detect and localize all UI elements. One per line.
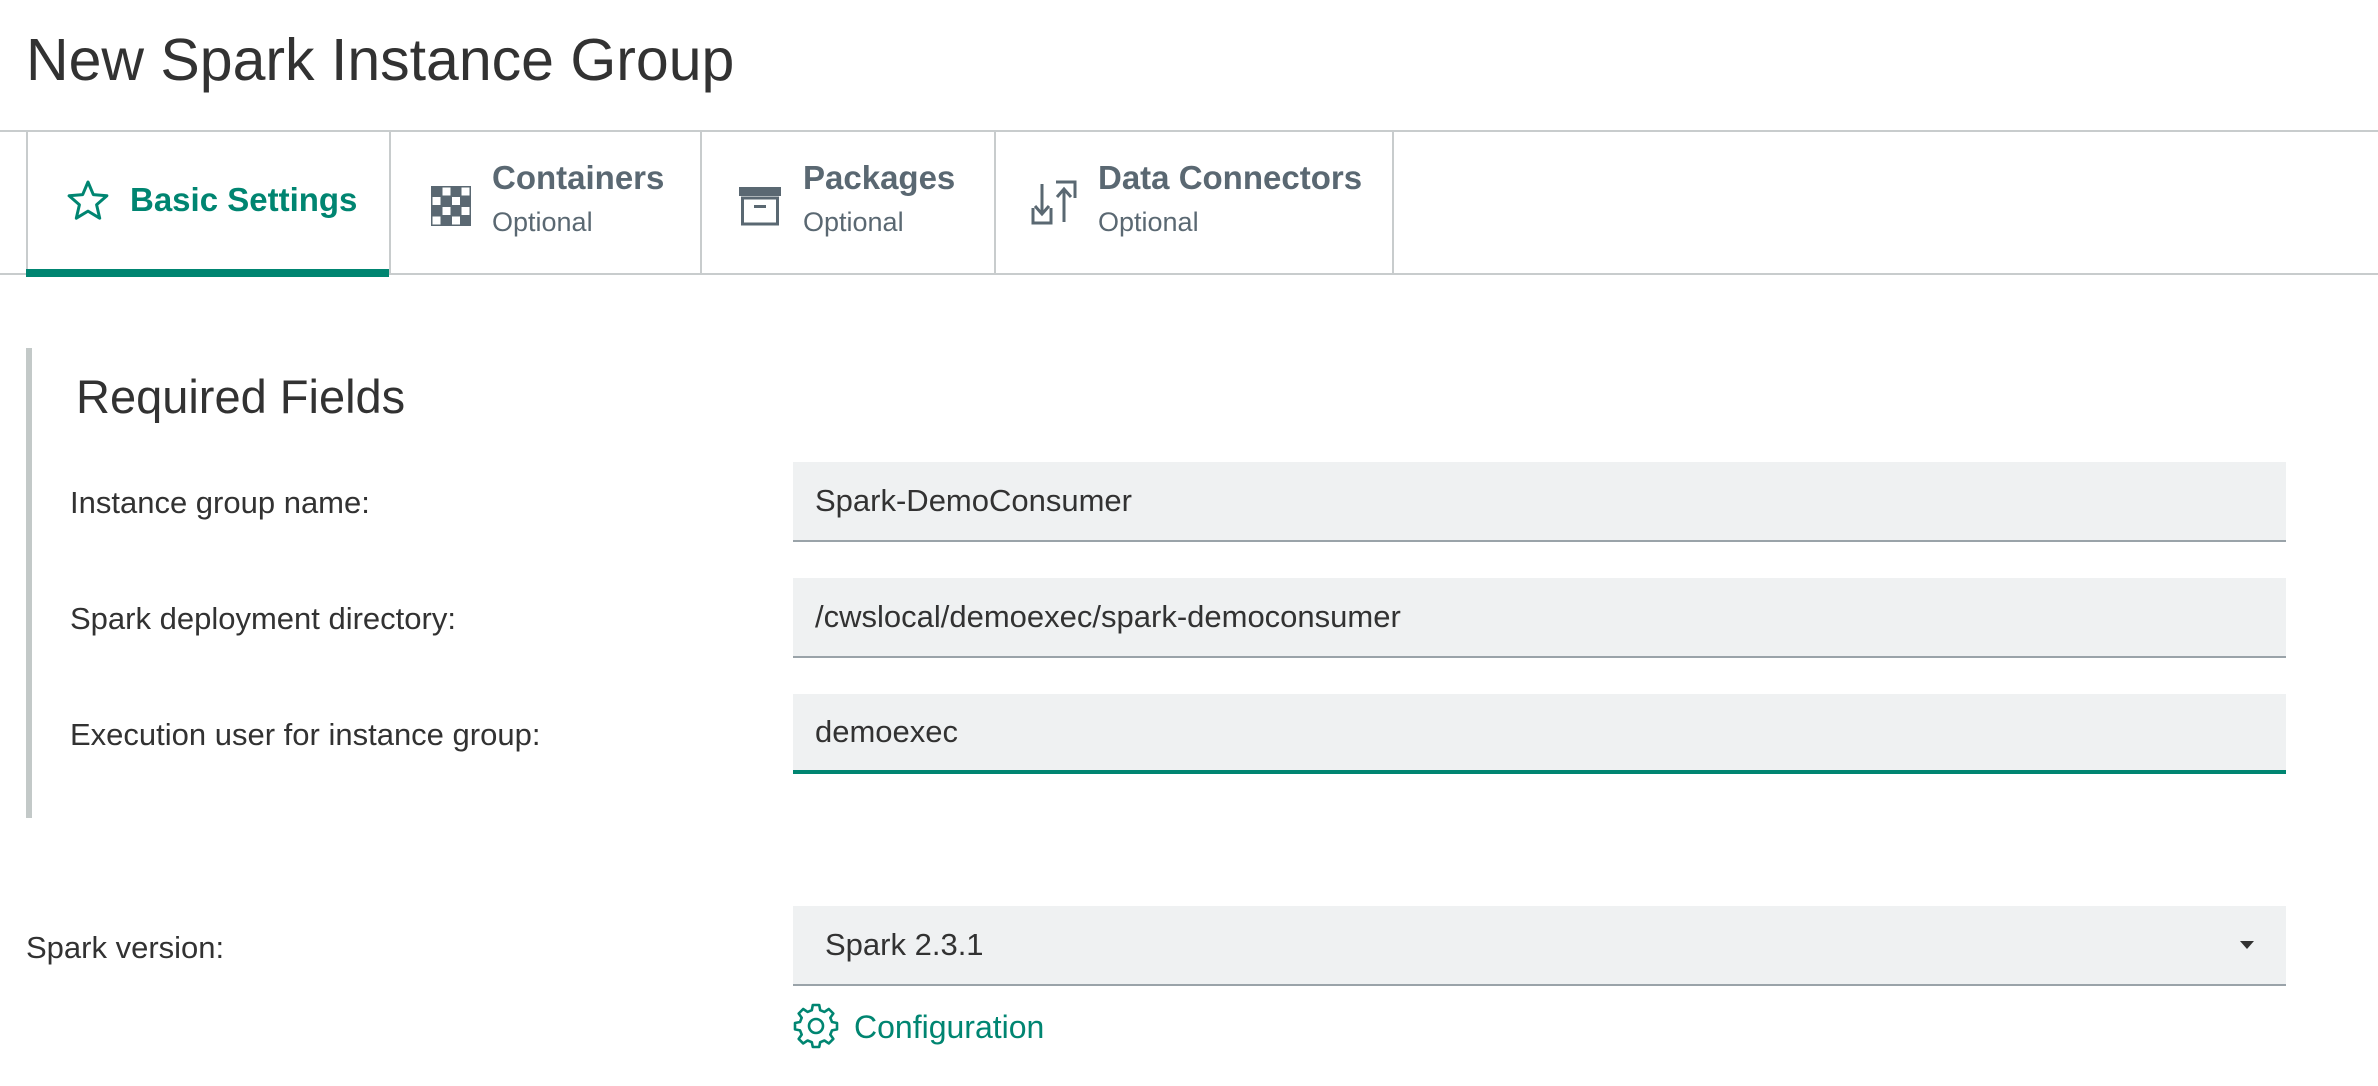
- transfer-arrows-icon: [1030, 178, 1078, 226]
- grid-icon: [427, 182, 475, 230]
- deployment-directory-label: Spark deployment directory:: [70, 601, 456, 636]
- tab-bar: Basic Settings Containers Optional Packa…: [0, 130, 2378, 277]
- star-icon: [64, 176, 112, 224]
- instance-group-name-label: Instance group name:: [70, 485, 370, 520]
- tab-label: Packages: [803, 159, 956, 196]
- tab-basic-settings[interactable]: Basic Settings: [26, 130, 389, 277]
- tab-packages[interactable]: Packages Optional: [700, 130, 994, 275]
- tab-label: Basic Settings: [130, 181, 358, 218]
- spark-version-selected: Spark 2.3.1: [825, 927, 984, 962]
- deployment-directory-input[interactable]: [793, 578, 2286, 658]
- tab-containers[interactable]: Containers Optional: [389, 130, 700, 275]
- gear-icon: [793, 1003, 839, 1049]
- spark-version-select[interactable]: Spark 2.3.1: [793, 906, 2286, 986]
- tab-label: Data Connectors: [1098, 159, 1363, 196]
- execution-user-input[interactable]: [793, 694, 2286, 774]
- instance-group-name-input[interactable]: [793, 462, 2286, 542]
- tab-data-connectors[interactable]: Data Connectors Optional: [994, 130, 1394, 275]
- tab-sublabel: Optional: [492, 207, 593, 237]
- caret-down-icon: [2238, 939, 2256, 951]
- spark-version-label: Spark version:: [26, 930, 225, 965]
- tab-label: Containers: [492, 159, 665, 196]
- configuration-label: Configuration: [854, 1009, 1045, 1045]
- section-title: Required Fields: [76, 370, 406, 423]
- tab-sublabel: Optional: [1098, 207, 1199, 237]
- execution-user-label: Execution user for instance group:: [70, 717, 541, 752]
- page-title: New Spark Instance Group: [26, 27, 735, 93]
- archive-box-icon: [736, 182, 784, 230]
- tab-sublabel: Optional: [803, 207, 904, 237]
